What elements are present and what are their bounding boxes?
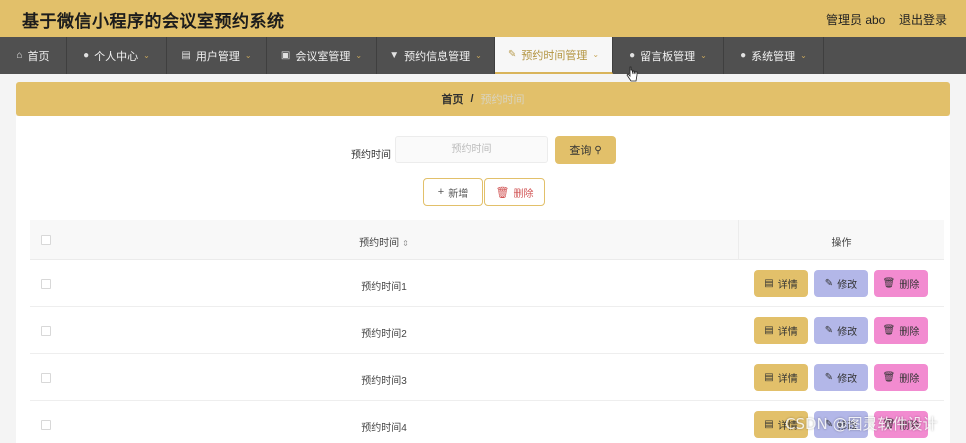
edit-icon: ✎ xyxy=(507,49,517,60)
delete-button[interactable]: 🗑 删除 xyxy=(874,317,928,344)
nav-item-meeting-room-management[interactable]: ▣ 会议室管理 ⌄ xyxy=(267,37,377,74)
edit-button[interactable]: ✎ 修改 xyxy=(814,317,868,344)
cell-time: 预约时间4 xyxy=(361,423,407,434)
user-icon: ● xyxy=(629,50,636,61)
chevron-down-icon: ⌄ xyxy=(244,51,252,60)
edit-button-label: 修改 xyxy=(837,374,858,385)
delete-button[interactable]: 🗑 删除 xyxy=(874,364,928,391)
delete-button[interactable]: 🗑 删除 xyxy=(874,270,928,297)
detail-button-label: 详情 xyxy=(777,327,798,338)
edit-button-label: 修改 xyxy=(837,280,858,291)
trash-icon: 🗑 xyxy=(882,278,896,289)
document-icon: ▤ xyxy=(764,419,774,430)
nav-item-label: 留言板管理 xyxy=(640,50,696,63)
chevron-down-icon: ⌄ xyxy=(475,51,482,60)
nav-item-reservation-info-management[interactable]: ▼ 预约信息管理 ⌄ xyxy=(377,37,495,74)
home-icon: ⌂ xyxy=(16,50,23,61)
trash-icon: 🗑 xyxy=(882,372,896,383)
column-header-time[interactable]: 预约时间 ⇕ xyxy=(30,234,738,249)
chevron-down-icon: ⌄ xyxy=(700,51,707,60)
nav-item-label: 用户管理 xyxy=(195,50,240,63)
nav-item-user-management[interactable]: ▤ 用户管理 ⌄ xyxy=(167,37,267,74)
detail-button[interactable]: ▤ 详情 xyxy=(754,317,808,344)
document-icon: ▤ xyxy=(181,50,191,61)
add-button-label: 新增 xyxy=(448,188,469,200)
table-row: 预约时间3 ▤ 详情 ✎ 修改 🗑 删除 xyxy=(30,354,944,401)
sort-icon[interactable]: ⇕ xyxy=(402,239,409,248)
trash-icon: 🗑 xyxy=(882,325,896,336)
mouse-cursor-icon xyxy=(626,66,638,82)
add-button[interactable]: + 新增 xyxy=(423,178,483,206)
column-header-actions: 操作 xyxy=(831,238,852,249)
pencil-icon: ✎ xyxy=(824,278,834,289)
chevron-down-icon: ⌄ xyxy=(143,51,150,60)
batch-delete-button-label: 删除 xyxy=(513,188,534,200)
main-nav: ⌂ 首页 ● 个人中心 ⌄ ▤ 用户管理 ⌄ ▣ 会议室管理 ⌄ ▼ 预约信息管… xyxy=(0,37,966,74)
pencil-icon: ✎ xyxy=(824,325,834,336)
pencil-icon: ✎ xyxy=(824,372,834,383)
chevron-down-icon: ⌄ xyxy=(355,51,363,60)
table-header: 预约时间 ⇕ 操作 xyxy=(30,220,944,260)
trash-icon: 🗑 xyxy=(495,186,510,199)
nav-item-reservation-time-management[interactable]: ✎ 预约时间管理 ⌄ xyxy=(495,37,613,74)
user-icon: ● xyxy=(83,50,90,61)
nav-item-label: 预约时间管理 xyxy=(521,49,588,62)
nav-item-label: 预约信息管理 xyxy=(404,50,471,63)
user-icon: ● xyxy=(740,50,747,61)
breadcrumb-current: 预约时间 xyxy=(480,94,525,106)
detail-button-label: 详情 xyxy=(777,374,798,385)
nav-item-label: 系统管理 xyxy=(751,50,796,63)
detail-button[interactable]: ▤ 详情 xyxy=(754,364,808,391)
cell-time: 预约时间3 xyxy=(361,376,407,387)
nav-item-personal-center[interactable]: ● 个人中心 ⌄ xyxy=(67,37,167,74)
column-header-label: 预约时间 xyxy=(359,238,400,249)
plus-icon: + xyxy=(437,186,445,198)
query-button[interactable]: 查询 ⚲ xyxy=(555,136,616,164)
document-icon: ▤ xyxy=(764,372,774,383)
search-label: 预约时间 xyxy=(351,150,391,161)
cell-time: 预约时间2 xyxy=(361,329,407,340)
edit-button-label: 修改 xyxy=(837,327,858,338)
breadcrumb: 首页 / 预约时间 xyxy=(16,82,950,116)
building-icon: ▣ xyxy=(280,50,291,61)
nav-item-label: 首页 xyxy=(27,50,50,63)
chevron-down-icon: ⌄ xyxy=(800,51,807,60)
nav-item-label: 会议室管理 xyxy=(295,50,351,63)
breadcrumb-separator: / xyxy=(470,93,474,105)
current-user-label: 管理员 abo xyxy=(826,13,886,27)
edit-button[interactable]: ✎ 修改 xyxy=(814,270,868,297)
query-button-label: 查询 xyxy=(569,145,592,157)
delete-button-label: 删除 xyxy=(899,327,920,338)
watermark: CSDN @图灵软件设计 xyxy=(785,415,938,433)
cell-time: 预约时间1 xyxy=(361,282,407,293)
chevron-down-icon: ⌄ xyxy=(592,50,600,59)
search-input[interactable] xyxy=(395,136,548,163)
nav-item-label: 个人中心 xyxy=(94,50,139,63)
breadcrumb-home[interactable]: 首页 xyxy=(441,91,463,107)
detail-button[interactable]: ▤ 详情 xyxy=(754,270,808,297)
bookmark-icon: ▼ xyxy=(389,50,400,61)
logout-link[interactable]: 退出登录 xyxy=(899,11,947,28)
app-title: 基于微信小程序的会议室预约系统 xyxy=(22,12,285,31)
search-icon: ⚲ xyxy=(594,144,602,156)
edit-button[interactable]: ✎ 修改 xyxy=(814,364,868,391)
batch-delete-button[interactable]: 🗑 删除 xyxy=(484,178,545,206)
delete-button-label: 删除 xyxy=(899,374,920,385)
delete-button-label: 删除 xyxy=(899,280,920,291)
top-header: 基于微信小程序的会议室预约系统 管理员 abo 退出登录 xyxy=(0,0,966,37)
table-row: 预约时间1 ▤ 详情 ✎ 修改 🗑 删除 xyxy=(30,260,944,307)
detail-button-label: 详情 xyxy=(777,280,798,291)
table-row: 预约时间2 ▤ 详情 ✎ 修改 🗑 删除 xyxy=(30,307,944,354)
document-icon: ▤ xyxy=(764,278,774,289)
document-icon: ▤ xyxy=(764,325,774,336)
nav-item-home[interactable]: ⌂ 首页 xyxy=(0,37,67,74)
nav-item-system-management[interactable]: ● 系统管理 ⌄ xyxy=(724,37,824,74)
